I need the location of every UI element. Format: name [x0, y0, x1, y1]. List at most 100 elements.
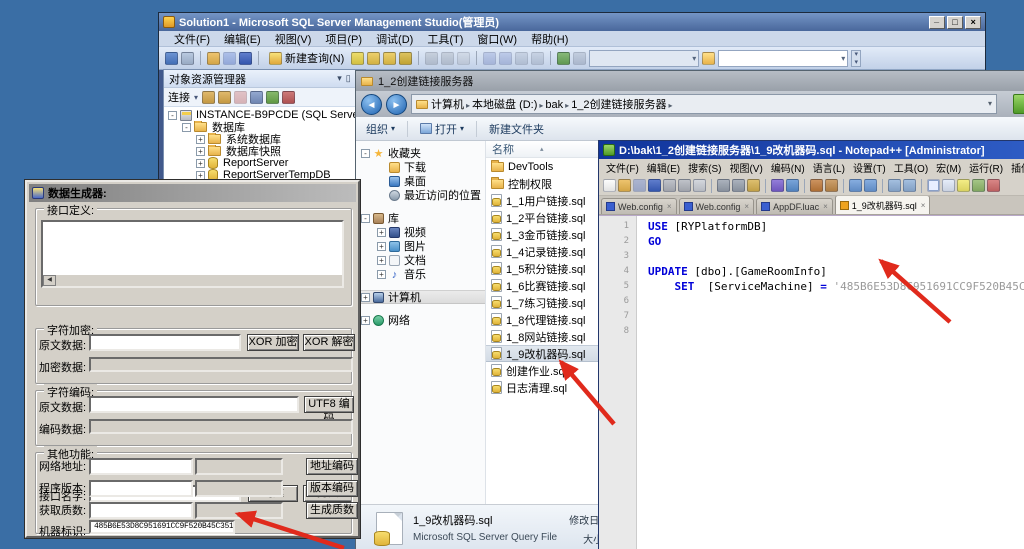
cut-icon[interactable] [717, 179, 730, 192]
close-button[interactable] [965, 16, 981, 29]
indent-guide-icon[interactable] [957, 179, 970, 192]
show-all-chars-icon[interactable] [942, 179, 955, 192]
macro-icon[interactable] [987, 179, 1000, 192]
replace-icon[interactable] [825, 179, 838, 192]
open-folder-icon[interactable] [207, 52, 220, 65]
tree-expander-icon[interactable]: + [196, 159, 205, 168]
object-explorer-node[interactable]: +系统数据库 [164, 133, 365, 145]
nav-item-library[interactable]: -库 [356, 211, 485, 225]
toolbar-combo-2[interactable] [718, 50, 848, 67]
editor-tab[interactable]: Web.config× [601, 198, 677, 214]
tree-expander-icon[interactable]: - [168, 111, 177, 120]
ssms-menu-item[interactable]: 项目(P) [318, 31, 369, 47]
action-button[interactable]: 版本编码 [306, 480, 358, 497]
nav-item-picture[interactable]: +图片 [356, 239, 485, 253]
sync-scroll-v-icon[interactable] [888, 179, 901, 192]
ssms-menu-item[interactable]: 窗口(W) [470, 31, 524, 47]
refresh-icon[interactable] [266, 91, 279, 104]
ssms-title-bar[interactable]: Solution1 - Microsoft SQL Server Managem… [159, 13, 985, 31]
text-input[interactable] [89, 480, 193, 497]
nav-item-document[interactable]: +文档 [356, 253, 485, 267]
new-project-icon[interactable] [165, 52, 178, 65]
tree-expander-icon[interactable]: + [196, 147, 205, 156]
explorer-title-bar[interactable]: 1_2创建链接服务器 [356, 71, 1024, 91]
object-explorer-node[interactable]: -数据库 [164, 121, 365, 133]
action-button[interactable]: 生成质数 [306, 502, 358, 519]
editor-tab[interactable]: 1_9改机器码.sql× [835, 196, 931, 214]
zoom-in-icon[interactable] [849, 179, 862, 192]
nav-item-network[interactable]: +网络 [356, 313, 485, 327]
paste-icon[interactable] [747, 179, 760, 192]
query-designer-icon[interactable] [557, 52, 570, 65]
npp-menu-item[interactable]: 视图(V) [725, 160, 766, 175]
copy-icon[interactable] [732, 179, 745, 192]
object-explorer-node[interactable]: +数据库快照 [164, 145, 365, 157]
npp-menu-item[interactable]: 插件(P) [1007, 160, 1024, 175]
close-icon[interactable] [663, 179, 676, 192]
filter-icon[interactable] [250, 91, 263, 104]
new-folder-button[interactable]: 新建文件夹 [489, 121, 544, 137]
nav-item-recent[interactable]: 最近访问的位置 [356, 188, 485, 202]
back-button[interactable]: ◄ [361, 94, 382, 115]
machine-id-value[interactable]: 485B6E53D8C951691CC9F520B45C351B [89, 520, 235, 534]
nav-item-folder-blue[interactable]: 下载 [356, 160, 485, 174]
nav-item-star[interactable]: -收藏夹 [356, 146, 485, 160]
encode-input[interactable] [89, 396, 299, 413]
npp-menu-item[interactable]: 编辑(E) [643, 160, 684, 175]
maximize-button[interactable] [947, 16, 963, 29]
breadcrumb[interactable]: 计算机▸本地磁盘 (D:)▸bak▸1_2创建链接服务器▸ [411, 94, 997, 114]
editor-tab[interactable]: Web.config× [679, 198, 755, 214]
add-item-icon[interactable] [181, 52, 194, 65]
tree-expander-icon[interactable]: + [377, 228, 386, 237]
ssms-menu-item[interactable]: 帮助(H) [524, 31, 575, 47]
tree-expander-icon[interactable]: + [377, 270, 386, 279]
tree-expander-icon[interactable]: + [377, 256, 386, 265]
ssms-menu-item[interactable]: 文件(F) [167, 31, 217, 47]
nav-item-desktop[interactable]: 桌面 [356, 174, 485, 188]
undo-icon[interactable] [771, 179, 784, 192]
db-script1-icon[interactable] [367, 52, 380, 65]
toolbar-overflow-button[interactable]: ▾▾ [851, 50, 861, 67]
open-button[interactable]: 打开 ▾ [420, 121, 464, 137]
tree-expander-icon[interactable]: - [361, 149, 370, 158]
browse-folder-icon[interactable] [702, 52, 715, 65]
breadcrumb-segment[interactable]: 1_2创建链接服务器 [571, 99, 666, 111]
ssms-menu-item[interactable]: 调试(D) [369, 31, 420, 47]
scroll-left-icon[interactable]: ◀ [43, 275, 56, 286]
encrypt-input[interactable] [89, 334, 241, 351]
npp-menu-item[interactable]: 文件(F) [602, 160, 643, 175]
npp-menu-item[interactable]: 搜索(S) [684, 160, 725, 175]
script-icon[interactable] [282, 91, 295, 104]
tab-close-icon[interactable]: × [823, 202, 828, 211]
text-input[interactable] [89, 502, 193, 519]
tree-expander-icon[interactable]: + [377, 242, 386, 251]
npp-menu-item[interactable]: 工具(O) [890, 160, 932, 175]
new-file-icon[interactable] [603, 179, 616, 192]
word-wrap-icon[interactable] [927, 179, 940, 192]
xor-decrypt-button[interactable]: XOR 解密 [303, 334, 355, 351]
toolbar-combo-1[interactable] [589, 50, 699, 67]
nav-item-video[interactable]: +视频 [356, 225, 485, 239]
editor-tab[interactable]: AppDF.luac× [756, 198, 833, 214]
disconnect-server-icon[interactable] [218, 91, 231, 104]
tab-close-icon[interactable]: × [667, 202, 672, 211]
interface-definition-listbox[interactable]: ◀ [41, 220, 344, 288]
horizontal-scrollbar[interactable]: ◀ [43, 275, 342, 286]
open-file-icon[interactable] [618, 179, 631, 192]
new-query-button[interactable]: 新建查询(N) [265, 49, 348, 67]
object-explorer-node[interactable]: +ReportServer [164, 157, 365, 169]
nav-item-computer[interactable]: +计算机 [356, 290, 485, 304]
nav-item-music[interactable]: +音乐 [356, 267, 485, 281]
npp-menu-item[interactable]: 宏(M) [932, 160, 965, 175]
find-icon[interactable] [810, 179, 823, 192]
forward-button[interactable]: ► [386, 94, 407, 115]
npp-editor[interactable]: 12345678 USE [RYPlatformDB]GO UPDATE [db… [599, 215, 1024, 549]
tree-expander-icon[interactable]: + [196, 171, 205, 180]
ssms-menu-item[interactable]: 视图(V) [268, 31, 319, 47]
redo-icon[interactable] [786, 179, 799, 192]
tab-close-icon[interactable]: × [744, 202, 749, 211]
breadcrumb-segment[interactable]: 本地磁盘 (D:) [472, 99, 537, 111]
code-area[interactable]: USE [RYPlatformDB]GO UPDATE [dbo].[GameR… [637, 216, 1024, 549]
db-script2-icon[interactable] [383, 52, 396, 65]
breadcrumb-segment[interactable]: bak [545, 99, 563, 111]
